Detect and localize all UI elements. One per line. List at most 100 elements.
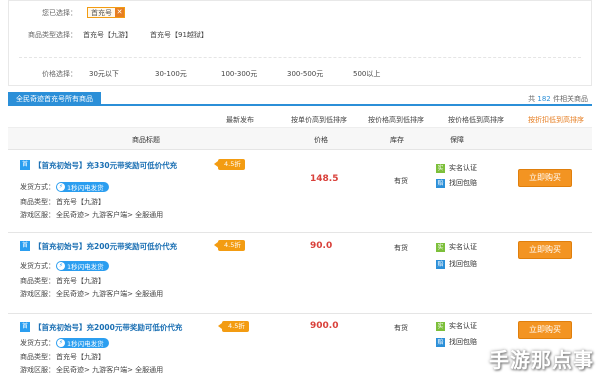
tab-bar: 全民奇迹首充号所有商品 共 182 件相关商品 (8, 92, 592, 106)
region-row: 游戏区服： 全民奇迹> 九游客户端> 全服通用 (20, 365, 163, 375)
selected-chip-label: 首充号 (91, 8, 112, 17)
guarantee-recovery-label: 找回包赔 (449, 338, 477, 346)
col-title: 商品标题 (132, 136, 160, 144)
type-row: 商品类型： 首充号【九游】 (20, 276, 105, 286)
ship-badge: ⚡ 1秒闪电发货 (56, 182, 109, 192)
price-option[interactable]: 30-100元 (155, 69, 213, 79)
type-label: 商品类型： (20, 353, 55, 361)
ship-badge-label: 1秒闪电发货 (67, 184, 104, 192)
region-value: 全民奇迹> 九游客户端> 全服通用 (56, 211, 164, 219)
type-value: 首充号【九游】 (56, 277, 105, 285)
type-label: 商品类型： (20, 198, 55, 206)
sort-discount-asc[interactable]: 按折扣低到高排序 (528, 115, 584, 125)
guarantee-realname: 实 实名认证 (436, 163, 477, 173)
price-option[interactable]: 100-300元 (221, 69, 279, 79)
discount-badge: 4.5折 (214, 240, 245, 251)
guarantee-recovery-label: 找回包赔 (449, 179, 477, 187)
guarantee-recovery: 赔 找回包赔 (436, 337, 477, 347)
ship-badge-label: 1秒闪电发货 (67, 263, 104, 271)
item-stock: 有货 (394, 324, 408, 332)
ship-row: 发货方式： ⚡ 1秒闪电发货 (20, 182, 109, 192)
sort-price-desc[interactable]: 按价格高到低排序 (368, 115, 424, 125)
guarantee-realname: 实 实名认证 (436, 242, 477, 252)
region-row: 游戏区服： 全民奇迹> 九游客户端> 全服通用 (20, 289, 163, 299)
selected-chip[interactable]: 首充号 ✕ (87, 7, 125, 18)
price-row: 价格选择： 30元以下 30-100元 100-300元 300-500元 50… (9, 69, 411, 79)
sort-price-asc[interactable]: 按价格低到高排序 (448, 115, 504, 125)
item-price: 900.0 (310, 321, 339, 331)
column-header: 商品标题 价格 库存 保障 (8, 128, 592, 150)
count-prefix: 共 (528, 95, 536, 103)
region-value: 全民奇迹> 九游客户端> 全服通用 (56, 366, 164, 374)
ship-row: 发货方式： ⚡ 1秒闪电发货 (20, 261, 109, 271)
sort-newest[interactable]: 最新发布 (226, 115, 254, 125)
list-item: 首 【首充初始号】充330元带奖励可低价代充 4.5折 发货方式： ⚡ 1秒闪电发… (8, 153, 592, 233)
item-stock: 有货 (394, 177, 408, 185)
type-label: 商品类型选择： (28, 31, 77, 39)
type-value: 首充号【九游】 (56, 198, 105, 206)
lightning-icon: ⚡ (57, 262, 65, 270)
filter-panel: 您已选择： 首充号 ✕ 商品类型选择： 首充号【九游】 首充号【91越狱】 价格… (8, 0, 592, 86)
col-stock: 库存 (390, 136, 404, 144)
item-title[interactable]: 【首充初始号】充200元带奖励可低价代充 (34, 241, 177, 252)
result-count: 共 182 件相关商品 (528, 94, 588, 104)
discount-badge: 4.5折 (218, 321, 249, 332)
type-row: 商品类型： 首充号【九游】 (20, 197, 105, 207)
region-row: 游戏区服： 全民奇迹> 九游客户端> 全服通用 (20, 210, 163, 220)
region-label: 游戏区服： (20, 211, 55, 219)
verified-icon: 实 (436, 163, 445, 173)
tab-all-products[interactable]: 全民奇迹首充号所有商品 (8, 92, 101, 106)
col-price: 价格 (314, 136, 328, 144)
close-icon[interactable]: ✕ (115, 8, 124, 17)
item-stock: 有货 (394, 244, 408, 252)
guarantee-recovery-label: 找回包赔 (449, 260, 477, 268)
ship-label: 发货方式： (20, 339, 55, 347)
count-suffix: 件相关商品 (553, 95, 588, 103)
buy-now-button[interactable]: 立即购买 (518, 241, 572, 259)
type-option[interactable]: 首充号【91越狱】 (150, 30, 208, 40)
selected-label: 您已选择： (42, 8, 77, 17)
selected-row: 您已选择： 首充号 ✕ (9, 7, 125, 18)
ship-badge: ⚡ 1秒闪电发货 (56, 261, 109, 271)
item-price: 90.0 (310, 241, 333, 251)
type-row: 商品类型选择： 首充号【九游】 首充号【91越狱】 (9, 30, 208, 40)
ship-badge: ⚡ 1秒闪电发货 (56, 338, 109, 348)
verified-icon: 实 (436, 242, 445, 252)
type-value: 首充号【九游】 (56, 353, 105, 361)
ship-label: 发货方式： (20, 183, 55, 191)
discount-badge: 4.5折 (214, 159, 245, 170)
region-label: 游戏区服： (20, 290, 55, 298)
col-guarantee: 保障 (450, 136, 464, 144)
ship-label: 发货方式： (20, 262, 55, 270)
type-option[interactable]: 首充号【九游】 (83, 30, 132, 40)
divider (19, 57, 581, 58)
watermark: 手游那点事 (489, 348, 594, 372)
item-title[interactable]: 【首充初始号】充330元带奖励可低价代充 (34, 160, 177, 171)
region-label: 游戏区服： (20, 366, 55, 374)
price-option[interactable]: 500以上 (353, 69, 411, 79)
price-option[interactable]: 300-500元 (287, 69, 345, 79)
price-option[interactable]: 30元以下 (89, 69, 147, 79)
guarantee-realname: 实 实名认证 (436, 321, 477, 331)
lightning-icon: ⚡ (57, 339, 65, 347)
sort-unit-price-desc[interactable]: 按单价高到低排序 (291, 115, 347, 125)
shield-icon: 赔 (436, 259, 445, 269)
region-value: 全民奇迹> 九游客户端> 全服通用 (56, 290, 164, 298)
buy-now-button[interactable]: 立即购买 (518, 169, 572, 187)
list-item: 首 【首充初始号】充200元带奖励可低价代充 4.5折 发货方式： ⚡ 1秒闪电发… (8, 234, 592, 314)
type-row: 商品类型： 首充号【九游】 (20, 352, 105, 362)
guarantee-realname-label: 实名认证 (449, 164, 477, 172)
guarantee-realname-label: 实名认证 (449, 322, 477, 330)
guarantee-realname-label: 实名认证 (449, 243, 477, 251)
item-price: 148.5 (310, 174, 339, 184)
first-charge-badge: 首 (20, 160, 30, 170)
shield-icon: 赔 (436, 337, 445, 347)
buy-now-button[interactable]: 立即购买 (518, 321, 572, 339)
item-title[interactable]: 【首充初始号】充2000元带奖励可低价代充 (34, 322, 182, 333)
guarantee-recovery: 赔 找回包赔 (436, 259, 477, 269)
type-label: 商品类型： (20, 277, 55, 285)
sort-bar: 最新发布 按单价高到低排序 按价格高到低排序 按价格低到高排序 按折扣低到高排序 (8, 110, 592, 128)
count-value: 182 (537, 95, 551, 103)
shield-icon: 赔 (436, 178, 445, 188)
ship-badge-label: 1秒闪电发货 (67, 340, 104, 348)
